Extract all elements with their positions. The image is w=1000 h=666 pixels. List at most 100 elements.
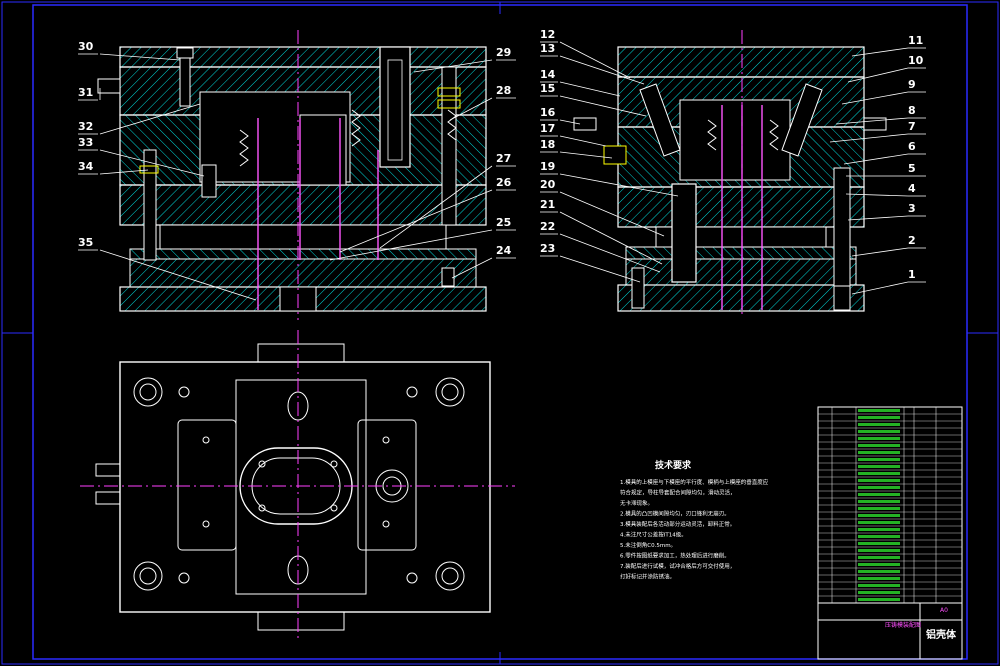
- callout-number: 26: [496, 176, 512, 189]
- bom-cell-text: [858, 458, 900, 461]
- callout-number: 14: [540, 68, 556, 81]
- tech-requirement-line: 4.未注尺寸公差按IT14级。: [620, 531, 687, 539]
- left-sprue-bushing: [379, 46, 411, 168]
- left-ejector-space: [159, 224, 447, 250]
- bom-cell-text: [858, 430, 900, 433]
- left-bolt-head: [176, 47, 194, 59]
- callout-number: 31: [78, 86, 93, 99]
- bom-cell-text: [858, 465, 900, 468]
- plan-left-slide: [177, 419, 237, 551]
- tech-requirement-line: 5.未注倒角C0.5mm。: [620, 541, 676, 549]
- bom-cell-text: [858, 416, 900, 419]
- bom-cell-text: [858, 542, 900, 545]
- plan-nozzles: [95, 463, 121, 505]
- tech-requirement-line: 3.模具装配后各活动部分运动灵活，卸料正常。: [620, 520, 735, 528]
- bom-cell-text: [858, 479, 900, 482]
- callout-number: 16: [540, 106, 556, 119]
- callout-number: 13: [540, 42, 555, 55]
- bom-cell-text: [858, 591, 900, 594]
- callout-number: 11: [908, 34, 923, 47]
- callout-number: 35: [78, 236, 93, 249]
- plan-inner-plate: [235, 379, 367, 595]
- callout-number: 15: [540, 82, 555, 95]
- callout-number: 30: [78, 40, 94, 53]
- bom-cell-text: [858, 423, 900, 426]
- tech-requirements: 技术要求 1.模具的上模座与下模座的平行度、模柄与上模座的垂直度应 符合规定，导…: [620, 459, 769, 581]
- bom-cell-text: [858, 549, 900, 552]
- callout-number: 1: [908, 268, 916, 281]
- plan-bottom-tab: [257, 611, 345, 631]
- bom-cell-text: [858, 521, 900, 524]
- left-core: [299, 114, 347, 186]
- tech-requirement-line: 打好标记并涂防锈油。: [620, 573, 675, 581]
- bom-cell-text: [858, 598, 900, 601]
- callout-leader: [559, 135, 607, 147]
- callout-number: 33: [78, 136, 93, 149]
- drawing-name: 压铸模装配图: [885, 621, 921, 629]
- bom-cell-text: [858, 472, 900, 475]
- cad-drawing-canvas: 303132333435292827262524 121314151617181…: [1, 1, 999, 665]
- plan-right-slide: [357, 419, 417, 551]
- left-support-plate: [119, 184, 487, 226]
- bom-cell-text: [858, 577, 900, 580]
- callout-leader: [851, 247, 909, 257]
- bom-cell-text: [858, 507, 900, 510]
- bom-cell-text: [858, 535, 900, 538]
- callout-number: 32: [78, 120, 93, 133]
- tech-requirement-line: 符合规定，导柱导套配合间隙均匀，滑动灵活，: [620, 489, 736, 497]
- bom-cell-text: [858, 500, 900, 503]
- right-support-plate: [617, 186, 865, 228]
- bom-cell-text: [858, 570, 900, 573]
- drawing-unit: A0: [940, 607, 948, 614]
- left-section-view: [97, 30, 487, 320]
- callout-number: 3: [908, 202, 916, 215]
- plan-outer-plate: [119, 361, 491, 613]
- callout-number: 17: [540, 122, 555, 135]
- callout-number: 6: [908, 140, 916, 153]
- bom-cell-text: [858, 409, 900, 412]
- plan-view: [80, 330, 515, 640]
- tech-requirements-lines: 1.模具的上模座与下模座的平行度、模柄与上模座的垂直度应 符合规定，导柱导套配合…: [620, 478, 769, 581]
- callout-number: 18: [540, 138, 555, 151]
- right-lock-block: [603, 145, 627, 165]
- callout-number: 34: [78, 160, 94, 173]
- callout-number: 29: [496, 46, 511, 59]
- right-cooling-nozzle: [573, 117, 597, 131]
- right-sprue: [671, 183, 697, 283]
- drawing-title: 铝壳体: [926, 628, 957, 641]
- left-guide-nut: [441, 267, 455, 287]
- left-top-clamp-plate: [119, 46, 487, 68]
- callout-number: 7: [908, 120, 916, 133]
- callout-number: 21: [540, 198, 555, 211]
- bom-cell-text: [858, 514, 900, 517]
- callout-number: 4: [908, 182, 916, 195]
- left-hook-bolt: [201, 164, 217, 198]
- callout-number: 19: [540, 160, 555, 173]
- tech-requirement-line: 1.模具的上模座与下模座的平行度、模柄与上模座的垂直度应: [620, 478, 769, 486]
- bom-cell-text: [858, 493, 900, 496]
- callout-number: 2: [908, 234, 916, 247]
- left-cooling-nozzle: [97, 78, 121, 94]
- callout-number: 8: [908, 104, 916, 117]
- tech-requirement-line: 6.零件按图纸要求加工，热处理后进行磨削。: [620, 552, 730, 560]
- right-bottom-plate: [617, 284, 865, 312]
- callout-number: 25: [496, 216, 511, 229]
- callout-number: 22: [540, 220, 555, 233]
- callout-number: 27: [496, 152, 511, 165]
- callout-number: 12: [540, 28, 555, 41]
- callout-leader: [559, 81, 621, 97]
- tech-requirement-line: 无卡滞现象。: [620, 499, 653, 507]
- left-ejector-retainer: [129, 248, 477, 260]
- tech-requirement-line: 2.模具的凸凹模间隙均匀，刃口锋利无崩刃。: [620, 510, 730, 518]
- bom-cell-text: [858, 444, 900, 447]
- plan-guide-holes: [133, 377, 465, 591]
- right-ejector-retainer: [625, 246, 857, 260]
- right-top-clamp-plate: [617, 46, 865, 78]
- callout-number: 20: [540, 178, 556, 191]
- tech-requirements-title: 技术要求: [655, 459, 692, 471]
- right-cavity: [679, 99, 791, 181]
- callout-number: 28: [496, 84, 511, 97]
- bom-rows: [818, 406, 962, 603]
- callout-number: 23: [540, 242, 555, 255]
- tech-requirement-line: 7.装配后进行试模，试冲合格后方可交付使用，: [620, 562, 735, 570]
